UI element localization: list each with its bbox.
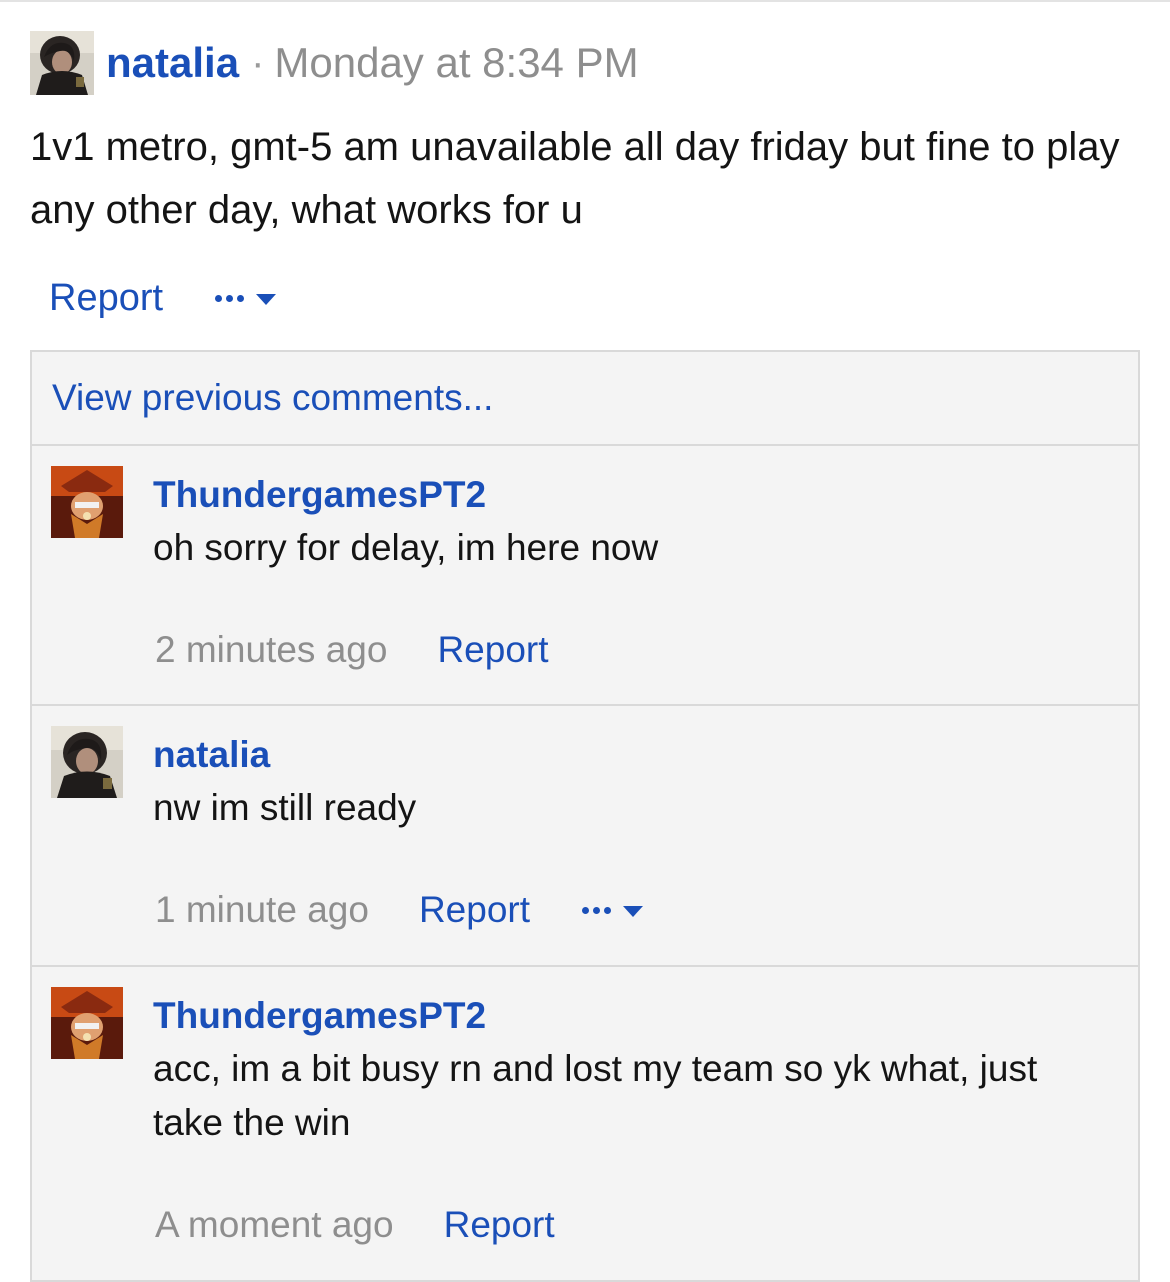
post-author-avatar[interactable]: [30, 31, 94, 95]
comment-report-link[interactable]: Report: [419, 889, 530, 931]
comment-author-avatar[interactable]: [51, 466, 123, 538]
comments-panel: View previous comments... ThundergamesPT…: [30, 350, 1140, 1282]
comment-author-name[interactable]: natalia: [153, 734, 270, 776]
comment-text: nw im still ready: [153, 787, 417, 828]
post-author-name[interactable]: natalia: [106, 39, 239, 87]
comment-author-avatar[interactable]: [51, 726, 123, 798]
comment-text: oh sorry for delay, im here now: [153, 527, 659, 568]
comment-report-link[interactable]: Report: [444, 1204, 555, 1246]
post-timestamp[interactable]: Monday at 8:34 PM: [274, 39, 638, 87]
caret-down-icon: [256, 293, 277, 305]
comment-item: ThundergamesPT2 acc, im a bit busy rn an…: [32, 967, 1138, 1280]
comment-item: natalia nw im still ready 1 minute ago R…: [32, 706, 1138, 964]
more-dots-icon: [215, 294, 245, 302]
thundergames-avatar-image: [51, 987, 123, 1059]
thundergames-avatar-image: [51, 466, 123, 538]
post-header: natalia · Monday at 8:34 PM: [30, 31, 639, 95]
comment-text: acc, im a bit busy rn and lost my team s…: [153, 1048, 1038, 1143]
more-dots-icon: [582, 906, 611, 914]
meta-separator: ·: [251, 40, 265, 85]
natalia-avatar-image: [51, 726, 123, 798]
comment-author-name[interactable]: ThundergamesPT2: [153, 474, 486, 516]
top-divider: [0, 0, 1170, 2]
comment-timestamp[interactable]: 1 minute ago: [155, 889, 369, 931]
natalia-avatar-image: [30, 31, 94, 95]
comment-meta: A moment ago Report: [155, 1201, 555, 1249]
view-previous-comments-link[interactable]: View previous comments...: [52, 377, 493, 419]
comment-more-menu[interactable]: [582, 904, 643, 917]
post-report-link[interactable]: Report: [49, 277, 163, 320]
comment-item: ThundergamesPT2 oh sorry for delay, im h…: [32, 446, 1138, 704]
comment-author-name[interactable]: ThundergamesPT2: [153, 995, 486, 1037]
comment-report-link[interactable]: Report: [437, 629, 548, 671]
comment-meta: 1 minute ago Report: [155, 886, 643, 934]
comment-author-avatar[interactable]: [51, 987, 123, 1059]
caret-down-icon: [623, 905, 643, 917]
comment-meta: 2 minutes ago Report: [155, 626, 549, 674]
comment-timestamp[interactable]: A moment ago: [155, 1204, 394, 1246]
post-actions: Report: [49, 274, 277, 322]
comment-timestamp[interactable]: 2 minutes ago: [155, 629, 387, 671]
post-more-menu[interactable]: [215, 292, 277, 305]
post-body: 1v1 metro, gmt-5 am unavailable all day …: [30, 125, 1120, 232]
